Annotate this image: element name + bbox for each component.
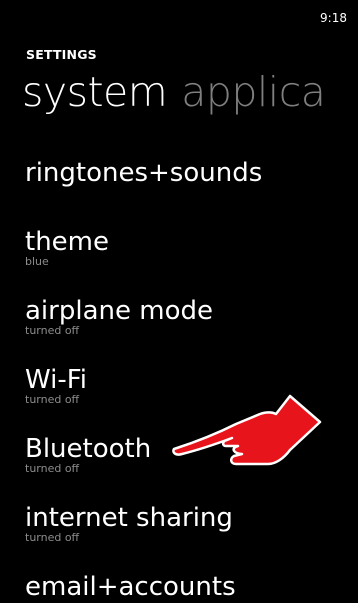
setting-ringtones-sounds[interactable]: ringtones+sounds xyxy=(25,157,262,189)
pointer-shape xyxy=(172,394,322,466)
app-title: SETTINGS xyxy=(26,47,97,62)
setting-status: turned off xyxy=(25,393,80,406)
pivot-item-applications[interactable]: applica xyxy=(181,68,326,116)
setting-wifi[interactable]: Wi-Fi turned off xyxy=(25,364,87,406)
setting-label: Wi-Fi xyxy=(25,365,88,395)
setting-label: internet sharing xyxy=(25,503,233,533)
status-time: 9:18 xyxy=(320,11,347,25)
setting-bluetooth[interactable]: Bluetooth turned off xyxy=(25,433,151,475)
setting-label: Bluetooth xyxy=(25,434,152,464)
setting-airplane-mode[interactable]: airplane mode turned off xyxy=(25,295,213,337)
setting-label: airplane mode xyxy=(25,296,213,326)
setting-label: theme xyxy=(25,227,109,257)
setting-internet-sharing[interactable]: internet sharing turned off xyxy=(25,502,233,544)
pointing-hand-icon xyxy=(172,394,322,466)
pivot-item-system[interactable]: system xyxy=(22,68,168,116)
setting-label: ringtones+sounds xyxy=(25,158,263,188)
setting-label: email+accounts xyxy=(25,572,236,602)
status-bar: 9:18 xyxy=(0,0,358,36)
setting-theme[interactable]: theme blue xyxy=(25,226,109,268)
pivot-header: system applica xyxy=(22,72,326,113)
setting-email-accounts[interactable]: email+accounts xyxy=(25,571,236,603)
